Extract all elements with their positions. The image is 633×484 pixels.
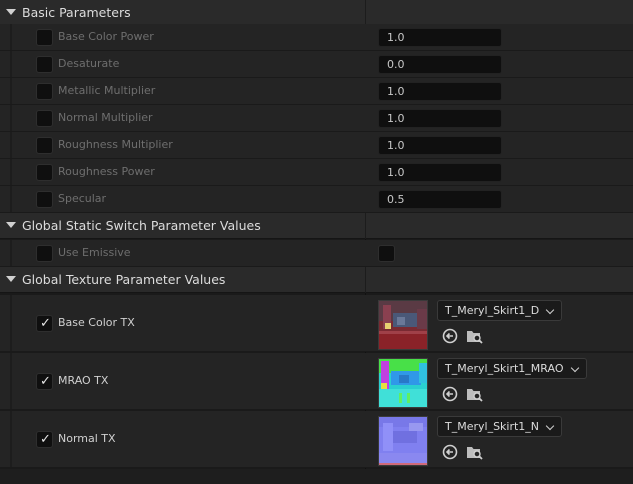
checkmark-icon: ✓: [40, 316, 51, 331]
override-checkbox[interactable]: ✓: [36, 373, 53, 390]
param-row-base-color-power: Base Color Power 1.0: [0, 24, 633, 51]
panel-footer: [0, 469, 633, 484]
section-basic-parameters[interactable]: Basic Parameters: [0, 0, 633, 26]
folder-search-icon[interactable]: [466, 444, 483, 460]
chevron-down-icon: [546, 305, 555, 315]
param-label: Roughness Multiplier: [58, 138, 173, 151]
chevron-down-icon[interactable]: [6, 222, 16, 228]
param-label: Base Color Power: [58, 30, 154, 43]
param-label: Base Color TX: [58, 316, 135, 329]
texture-asset-name: T_Meryl_Skirt1_D: [445, 304, 540, 317]
details-panel: Basic Parameters Base Color Power 1.0 De…: [0, 0, 633, 484]
param-label: Desaturate: [58, 57, 120, 70]
checkmark-icon: ✓: [40, 374, 51, 389]
override-checkbox[interactable]: [36, 110, 53, 127]
section-texture-params[interactable]: Global Texture Parameter Values: [0, 267, 633, 293]
texture-asset-dropdown[interactable]: T_Meryl_Skirt1_D: [437, 300, 563, 321]
arrow-left-circle-icon[interactable]: [442, 328, 458, 344]
param-value-field[interactable]: 1.0: [378, 163, 502, 182]
texture-asset-dropdown[interactable]: T_Meryl_Skirt1_MRAO: [437, 358, 587, 379]
param-row-normal-multiplier: Normal Multiplier 1.0: [0, 105, 633, 132]
param-value-field[interactable]: 1.0: [378, 109, 502, 128]
param-value-field[interactable]: 0.0: [378, 55, 502, 74]
override-checkbox[interactable]: [36, 56, 53, 73]
section-title: Basic Parameters: [22, 5, 131, 20]
param-row-roughness-power: Roughness Power 1.0: [0, 159, 633, 186]
param-label: Normal TX: [58, 432, 116, 445]
override-checkbox[interactable]: [36, 164, 53, 181]
chevron-down-icon: [570, 363, 579, 373]
param-label: Normal Multiplier: [58, 111, 153, 124]
param-label: Roughness Power: [58, 165, 155, 178]
texture-thumbnail[interactable]: [378, 358, 428, 408]
param-label: Metallic Multiplier: [58, 84, 156, 97]
switch-value-checkbox[interactable]: [378, 245, 395, 262]
param-row-roughness-multiplier: Roughness Multiplier 1.0: [0, 132, 633, 159]
param-row-desaturate: Desaturate 0.0: [0, 51, 633, 78]
override-checkbox[interactable]: [36, 83, 53, 100]
param-label: MRAO TX: [58, 374, 109, 387]
texture-asset-name: T_Meryl_Skirt1_MRAO: [445, 362, 564, 375]
arrow-left-circle-icon[interactable]: [442, 444, 458, 460]
override-checkbox[interactable]: [36, 191, 53, 208]
chevron-down-icon[interactable]: [6, 9, 16, 15]
param-row-specular: Specular 0.5: [0, 186, 633, 213]
texture-row-base-color: ✓ Base Color TX T_Meryl_Skirt1_D: [0, 295, 633, 352]
checkmark-icon: ✓: [40, 432, 51, 447]
override-checkbox[interactable]: [36, 137, 53, 154]
override-checkbox[interactable]: [36, 29, 53, 46]
param-label: Use Emissive: [58, 246, 131, 259]
folder-search-icon[interactable]: [466, 328, 483, 344]
param-value-field[interactable]: 1.0: [378, 82, 502, 101]
texture-thumbnail[interactable]: [378, 416, 428, 466]
param-label: Specular: [58, 192, 107, 205]
override-checkbox[interactable]: ✓: [36, 431, 53, 448]
texture-thumbnail[interactable]: [378, 300, 428, 350]
texture-asset-dropdown[interactable]: T_Meryl_Skirt1_N: [437, 416, 563, 437]
chevron-down-icon[interactable]: [6, 276, 16, 282]
section-static-switch[interactable]: Global Static Switch Parameter Values: [0, 213, 633, 239]
section-title: Global Texture Parameter Values: [22, 272, 226, 287]
param-value-field[interactable]: 0.5: [378, 190, 502, 209]
arrow-left-circle-icon[interactable]: [442, 386, 458, 402]
texture-row-normal: ✓ Normal TX T_Meryl_Skirt1_N: [0, 411, 633, 468]
param-value-field[interactable]: 1.0: [378, 136, 502, 155]
folder-search-icon[interactable]: [466, 386, 483, 402]
override-checkbox[interactable]: [36, 245, 53, 262]
chevron-down-icon: [545, 421, 555, 431]
override-checkbox[interactable]: ✓: [36, 315, 53, 332]
texture-asset-name: T_Meryl_Skirt1_N: [445, 420, 540, 433]
param-value-field[interactable]: 1.0: [378, 28, 502, 47]
section-title: Global Static Switch Parameter Values: [22, 218, 261, 233]
param-row-metallic-multiplier: Metallic Multiplier 1.0: [0, 78, 633, 105]
param-row-use-emissive: Use Emissive: [0, 240, 633, 267]
texture-row-mrao: ✓ MRAO TX T_Meryl_Skirt1_MRAO: [0, 353, 633, 410]
